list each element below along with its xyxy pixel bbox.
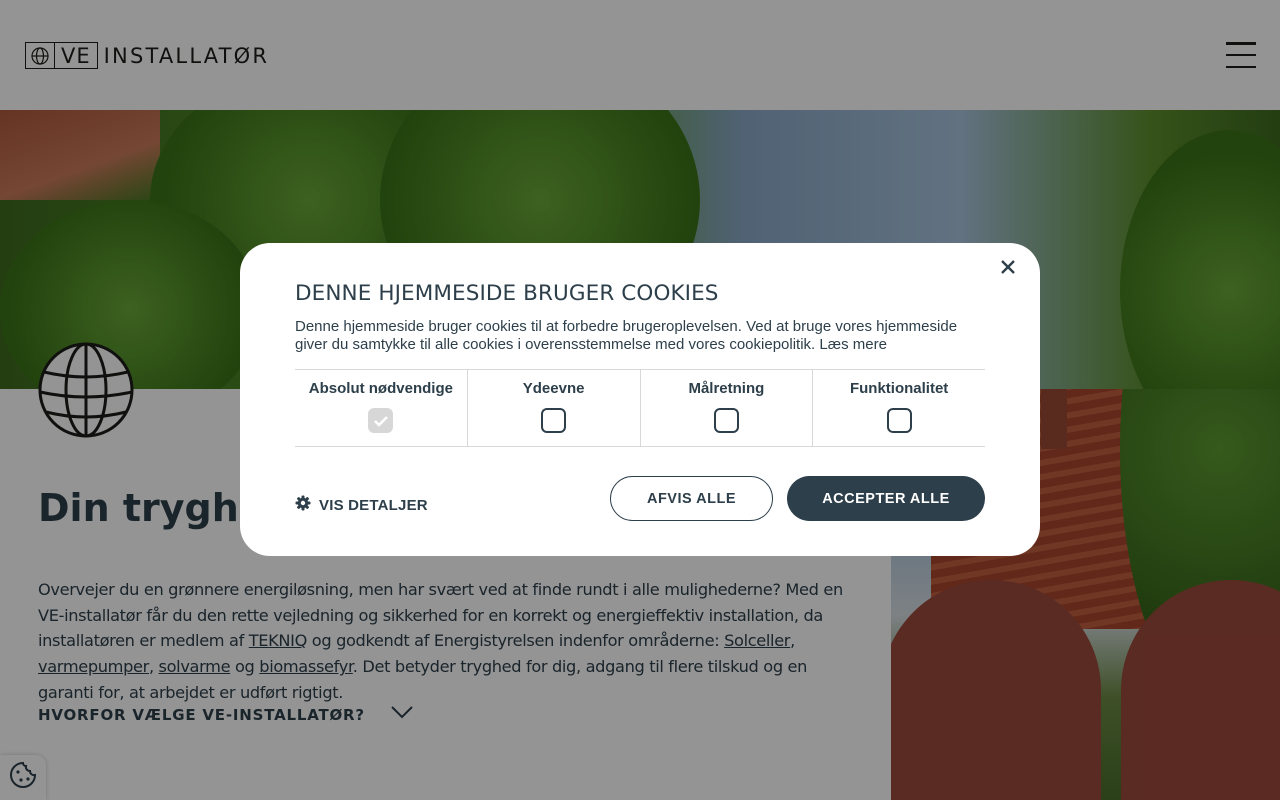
category-performance: Ydeevne xyxy=(466,370,640,446)
cookie-categories: Absolut nødvendige Ydeevne Målretning Fu… xyxy=(295,369,985,447)
category-label: Funktionalitet xyxy=(849,380,949,397)
accept-all-button[interactable]: ACCEPTER ALLE xyxy=(787,476,985,521)
close-icon[interactable] xyxy=(996,255,1020,279)
reject-all-button[interactable]: AFVIS ALLE xyxy=(610,476,773,521)
cookie-dialog-text: Denne hjemmeside bruger cookies til at f… xyxy=(295,318,985,354)
checkbox-functionality[interactable] xyxy=(886,408,912,433)
category-label: Målretning xyxy=(688,380,765,397)
gear-icon xyxy=(295,495,311,516)
cookie-dialog-title: DENNE HJEMMESIDE BRUGER COOKIES xyxy=(295,281,719,306)
category-label: Absolut nødvendige xyxy=(308,380,453,397)
show-details-button[interactable]: VIS DETALJER xyxy=(295,495,428,516)
checkbox-necessary xyxy=(368,408,394,433)
read-more-link[interactable]: Læs mere xyxy=(819,336,887,353)
category-functionality: Funktionalitet xyxy=(812,370,985,446)
cookie-consent-dialog: DENNE HJEMMESIDE BRUGER COOKIES Denne hj… xyxy=(240,243,1040,556)
checkbox-targeting[interactable] xyxy=(713,408,739,433)
category-necessary: Absolut nødvendige xyxy=(295,370,467,446)
show-details-label: VIS DETALJER xyxy=(319,497,428,514)
checkbox-performance[interactable] xyxy=(541,408,567,433)
category-label: Ydeevne xyxy=(522,380,585,397)
category-targeting: Målretning xyxy=(639,370,813,446)
